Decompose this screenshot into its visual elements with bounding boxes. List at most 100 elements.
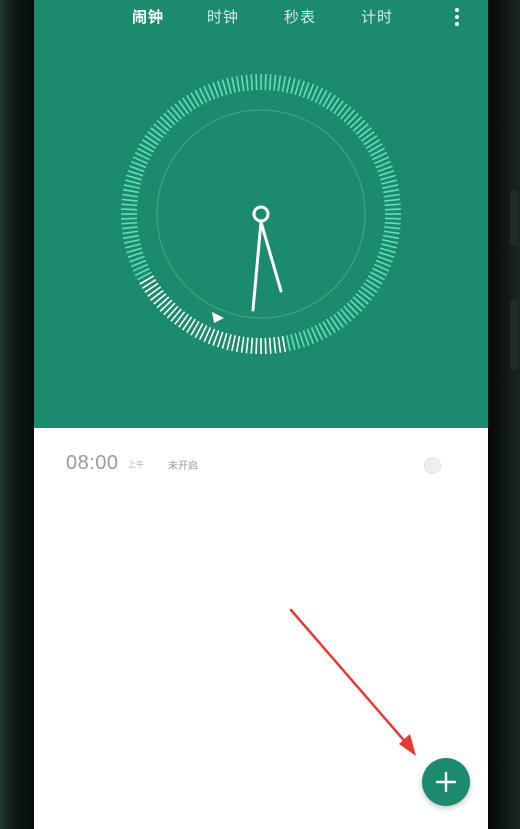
dial-tick	[340, 308, 352, 322]
dial-tick	[384, 208, 401, 211]
dial-tick	[383, 193, 400, 198]
dial-tick	[381, 243, 398, 249]
dial-tick	[156, 119, 170, 132]
dial-tick	[156, 296, 170, 309]
dial-tick	[352, 119, 366, 132]
dial-tick	[378, 251, 395, 259]
dial-tick	[121, 208, 138, 211]
dial-tick	[159, 299, 173, 312]
dial-tick	[127, 251, 144, 259]
dial-tick	[294, 79, 301, 96]
dial-tick	[212, 330, 220, 346]
dial-tick	[294, 332, 301, 349]
dial-tick	[298, 331, 306, 348]
dial-tick	[382, 184, 399, 190]
dial-tick	[382, 238, 399, 244]
dial-tick	[235, 75, 241, 93]
dial-tick	[298, 80, 306, 97]
dial-tick	[122, 234, 140, 240]
dial-tick	[377, 255, 393, 263]
dial-tick	[124, 243, 141, 249]
dial-tick	[384, 203, 401, 207]
dial-tick	[346, 302, 359, 316]
dial-marker-icon	[212, 312, 224, 323]
dial-tick	[235, 335, 241, 353]
dial-tick	[123, 184, 140, 190]
dial-tick	[123, 238, 140, 244]
dial-tick	[377, 165, 393, 173]
dial-tick	[285, 76, 291, 93]
dial-tick	[221, 79, 228, 96]
dial-tick	[129, 255, 145, 263]
dial-tick	[163, 302, 176, 316]
dial-tick	[240, 75, 245, 92]
alarm-item[interactable]: 08:00 上午 未开启	[34, 440, 488, 490]
dial-tick	[384, 217, 401, 220]
dial-tick	[240, 336, 245, 353]
dial-tick	[121, 217, 138, 220]
dial-tick	[226, 77, 232, 94]
dial-tick	[268, 337, 272, 354]
dial-tick	[273, 337, 277, 354]
add-alarm-button[interactable]	[422, 758, 470, 806]
dial-tick	[349, 116, 363, 129]
dial-tick	[302, 330, 310, 346]
dial-tick	[127, 169, 144, 177]
dial-tick	[231, 335, 237, 352]
dial-tick	[121, 198, 138, 202]
dial-tick	[277, 336, 282, 353]
plus-icon	[435, 771, 457, 793]
dial-tick	[170, 106, 182, 120]
dial-tick	[122, 193, 139, 198]
dial-tick	[355, 123, 369, 135]
dial-tick	[216, 331, 224, 348]
dial-tick	[346, 112, 359, 126]
clock-dial	[121, 74, 401, 354]
dial-tick	[273, 74, 277, 91]
dial-tick	[231, 76, 237, 93]
dial-tick	[379, 247, 396, 254]
dial-tick	[255, 74, 258, 91]
dial-tick	[226, 334, 232, 351]
dial-tick	[343, 305, 356, 319]
dial-tick	[170, 308, 182, 322]
dial-tick	[121, 221, 138, 225]
alarm-status: 未开启	[168, 461, 198, 472]
dial-tick	[124, 179, 141, 185]
dial-tick	[379, 174, 396, 181]
dial-tick	[245, 74, 249, 91]
dial-tick	[163, 112, 176, 126]
alarm-period: 上午	[128, 460, 144, 469]
hour-hand	[259, 220, 283, 293]
dial-tick	[268, 74, 272, 91]
power-key	[510, 300, 518, 370]
minute-hand	[251, 220, 263, 312]
dial-tick	[382, 234, 400, 240]
dial-tick	[355, 293, 369, 305]
phone-bezel-left	[0, 0, 34, 829]
dial-tick	[378, 169, 395, 177]
dial-tick	[349, 299, 363, 312]
dial-tick	[290, 77, 296, 94]
dial-tick	[129, 165, 145, 173]
dial-tick	[245, 337, 249, 354]
dial-tick	[159, 116, 173, 129]
dial-tick	[121, 226, 138, 230]
dial-tick	[264, 74, 267, 91]
dial-tick	[250, 337, 254, 354]
dial-tick	[166, 305, 179, 319]
dial-tick	[290, 334, 296, 351]
volume-key	[510, 190, 518, 246]
dial-tick	[285, 335, 291, 352]
dial-tick	[383, 230, 400, 235]
dial-tick	[340, 106, 352, 120]
dial-tick	[281, 75, 287, 93]
dial-tick	[381, 179, 398, 185]
dial-tick	[122, 188, 140, 194]
clock-header: 闹钟 时钟 秒表 计时	[34, 0, 488, 428]
dial-tick	[212, 82, 220, 98]
alarm-time: 08:00	[66, 452, 119, 474]
dial-tick	[153, 123, 167, 135]
alarm-toggle[interactable]	[424, 457, 441, 474]
dial-center-hub	[252, 205, 270, 223]
